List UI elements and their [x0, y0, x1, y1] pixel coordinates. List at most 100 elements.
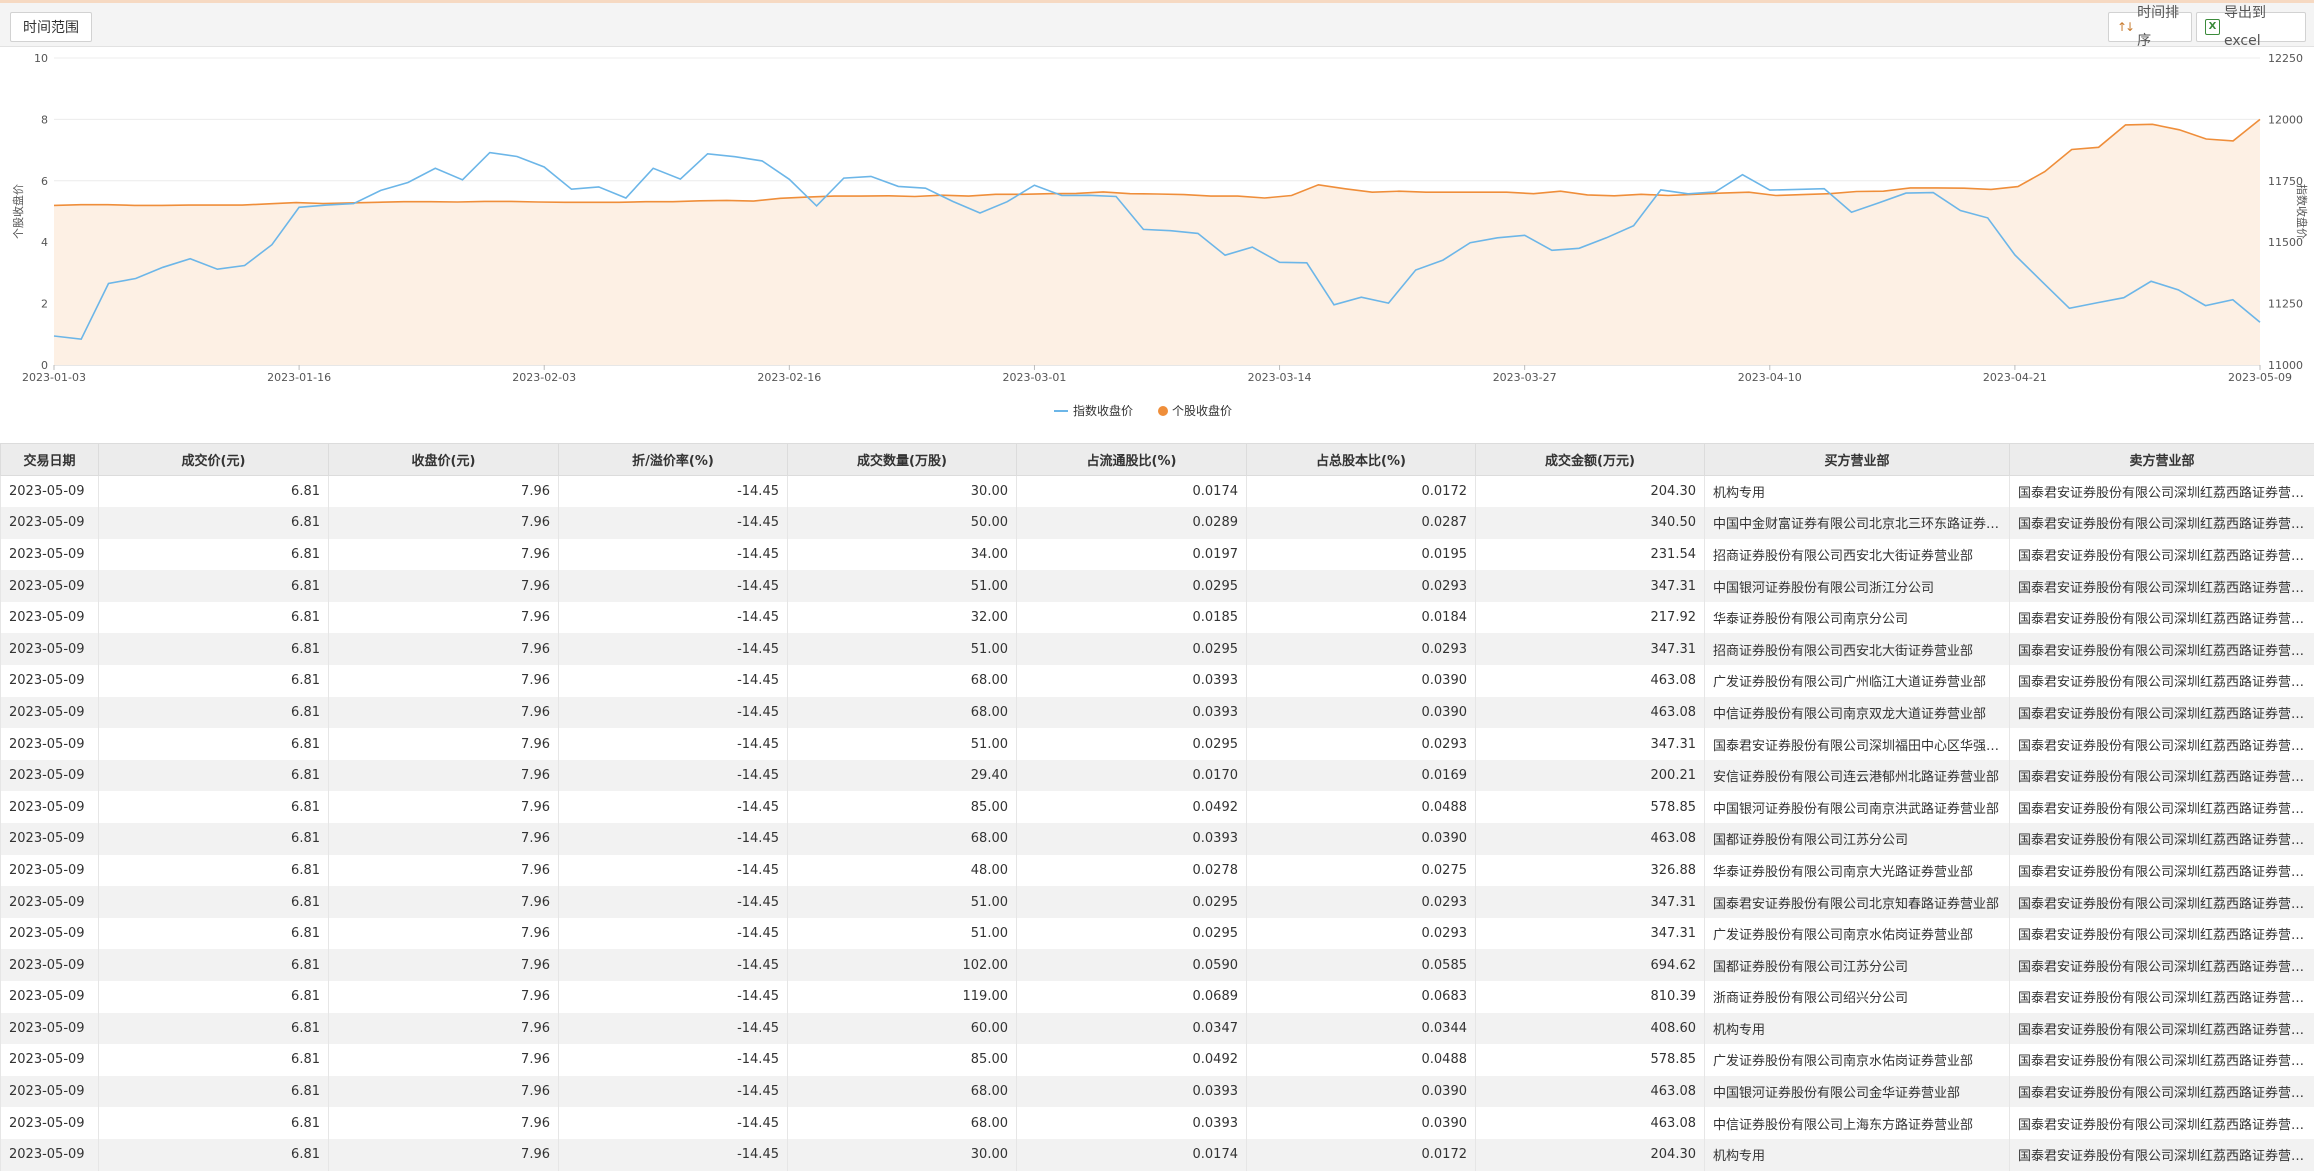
table-cell: 347.31 — [1476, 886, 1705, 918]
export-excel-button[interactable]: X 导出到excel — [2196, 12, 2306, 42]
table-cell: 408.60 — [1476, 1013, 1705, 1045]
table-row: 2023-05-096.817.96-14.4551.000.02950.029… — [1, 886, 2314, 918]
table-cell: 2023-05-09 — [1, 1044, 99, 1076]
time-sort-label: 时间排序 — [2137, 0, 2183, 55]
table-cell: 7.96 — [329, 981, 559, 1013]
table-cell: 机构专用 — [1705, 1139, 2010, 1171]
table-cell: -14.45 — [559, 539, 788, 571]
table-cell: 2023-05-09 — [1, 1139, 99, 1171]
table-cell: -14.45 — [559, 507, 788, 539]
time-range-button[interactable]: 时间范围 — [10, 12, 92, 42]
table-cell: 51.00 — [788, 886, 1017, 918]
export-excel-label: 导出到excel — [2224, 0, 2297, 55]
table-cell: 119.00 — [788, 981, 1017, 1013]
left-tick-label: 8 — [41, 113, 48, 126]
table-cell: 347.31 — [1476, 728, 1705, 760]
table-cell: 国泰君安证券股份有限公司深圳红荔西路证券营业部 — [2010, 570, 2314, 602]
table-row: 2023-05-096.817.96-14.4530.000.01740.017… — [1, 1139, 2314, 1171]
table-cell: 2023-05-09 — [1, 728, 99, 760]
column-header[interactable]: 收盘价(元) — [329, 444, 559, 476]
table-cell: 中国银河证券股份有限公司金华证券营业部 — [1705, 1076, 2010, 1108]
table-cell: 7.96 — [329, 728, 559, 760]
table-cell: 0.0287 — [1247, 507, 1476, 539]
table-cell: 6.81 — [99, 1044, 329, 1076]
table-cell: 0.0393 — [1017, 1107, 1247, 1139]
table-cell: 6.81 — [99, 1076, 329, 1108]
column-header[interactable]: 占总股本比(%) — [1247, 444, 1476, 476]
block-trade-table: 交易日期成交价(元)收盘价(元)折/溢价率(%)成交数量(万股)占流通股比(%)… — [0, 443, 2314, 1171]
table-cell: 0.0390 — [1247, 823, 1476, 855]
table-cell: 中国中金财富证券有限公司北京北三环东路证券营业部 — [1705, 507, 2010, 539]
table-cell: -14.45 — [559, 476, 788, 508]
table-cell: -14.45 — [559, 918, 788, 950]
table-cell: 6.81 — [99, 633, 329, 665]
table-cell: 51.00 — [788, 728, 1017, 760]
table-cell: 6.81 — [99, 476, 329, 508]
column-header[interactable]: 折/溢价率(%) — [559, 444, 788, 476]
table-cell: 463.08 — [1476, 697, 1705, 729]
table-cell: 810.39 — [1476, 981, 1705, 1013]
table-cell: 国泰君安证券股份有限公司深圳红荔西路证券营业部 — [2010, 1013, 2314, 1045]
table-cell: 国泰君安证券股份有限公司深圳红荔西路证券营业部 — [2010, 760, 2314, 792]
table-cell: 463.08 — [1476, 823, 1705, 855]
x-tick-label: 2023-03-14 — [1248, 371, 1312, 384]
table-cell: 6.81 — [99, 918, 329, 950]
table-cell: 广发证券股份有限公司广州临江大道证券营业部 — [1705, 665, 2010, 697]
table-cell: 6.81 — [99, 507, 329, 539]
table-cell: 7.96 — [329, 1013, 559, 1045]
table-cell: 7.96 — [329, 1044, 559, 1076]
table-cell: 2023-05-09 — [1, 1013, 99, 1045]
column-header[interactable]: 成交数量(万股) — [788, 444, 1017, 476]
column-header[interactable]: 卖方营业部 — [2010, 444, 2314, 476]
table-cell: 0.0293 — [1247, 633, 1476, 665]
left-tick-label: 6 — [41, 175, 48, 188]
table-cell: 7.96 — [329, 602, 559, 634]
table-cell: -14.45 — [559, 728, 788, 760]
table-cell: 463.08 — [1476, 665, 1705, 697]
table-cell: 6.81 — [99, 823, 329, 855]
table-cell: 6.81 — [99, 570, 329, 602]
table-cell: 7.96 — [329, 918, 559, 950]
table-cell: 安信证券股份有限公司连云港郁州北路证券营业部 — [1705, 760, 2010, 792]
table-cell: 招商证券股份有限公司西安北大街证券营业部 — [1705, 633, 2010, 665]
table-body: 2023-05-096.817.96-14.4530.000.01740.017… — [1, 476, 2314, 1171]
x-tick-label: 2023-04-21 — [1983, 371, 2047, 384]
table-row: 2023-05-096.817.96-14.4585.000.04920.048… — [1, 791, 2314, 823]
column-header[interactable]: 买方营业部 — [1705, 444, 2010, 476]
time-sort-button[interactable]: ↑↓ 时间排序 — [2108, 12, 2192, 42]
table-cell: 7.96 — [329, 665, 559, 697]
column-header[interactable]: 成交金额(万元) — [1476, 444, 1705, 476]
chart-legend: 指数收盘价个股收盘价 — [1054, 403, 1232, 418]
table-cell: 2023-05-09 — [1, 791, 99, 823]
table-cell: 6.81 — [99, 981, 329, 1013]
table-cell: 0.0390 — [1247, 697, 1476, 729]
table-cell: 68.00 — [788, 1107, 1017, 1139]
table-cell: 6.81 — [99, 886, 329, 918]
table-cell: 7.96 — [329, 697, 559, 729]
table-cell: 102.00 — [788, 949, 1017, 981]
table-cell: 32.00 — [788, 602, 1017, 634]
table-cell: 国泰君安证券股份有限公司深圳红荔西路证券营业部 — [2010, 949, 2314, 981]
excel-icon: X — [2205, 19, 2220, 35]
table-cell: 0.0184 — [1247, 602, 1476, 634]
table-cell: 6.81 — [99, 791, 329, 823]
table-cell: 0.0689 — [1017, 981, 1247, 1013]
table-cell: 华泰证券股份有限公司南京大光路证券营业部 — [1705, 855, 2010, 887]
column-header[interactable]: 交易日期 — [1, 444, 99, 476]
table-cell: -14.45 — [559, 570, 788, 602]
table-cell: 国泰君安证券股份有限公司深圳红荔西路证券营业部 — [2010, 728, 2314, 760]
table-cell: 0.0488 — [1247, 1044, 1476, 1076]
table-cell: 中国银河证券股份有限公司浙江分公司 — [1705, 570, 2010, 602]
table-cell: -14.45 — [559, 886, 788, 918]
table-cell: 6.81 — [99, 665, 329, 697]
table-cell: 7.96 — [329, 570, 559, 602]
column-header[interactable]: 成交价(元) — [99, 444, 329, 476]
legend-index-label: 指数收盘价 — [1073, 403, 1133, 418]
table-cell: 51.00 — [788, 633, 1017, 665]
column-header[interactable]: 占流通股比(%) — [1017, 444, 1247, 476]
table-cell: 463.08 — [1476, 1076, 1705, 1108]
table-cell: 0.0492 — [1017, 791, 1247, 823]
table-row: 2023-05-096.817.96-14.4530.000.01740.017… — [1, 476, 2314, 508]
table-cell: 51.00 — [788, 918, 1017, 950]
table-cell: 2023-05-09 — [1, 507, 99, 539]
